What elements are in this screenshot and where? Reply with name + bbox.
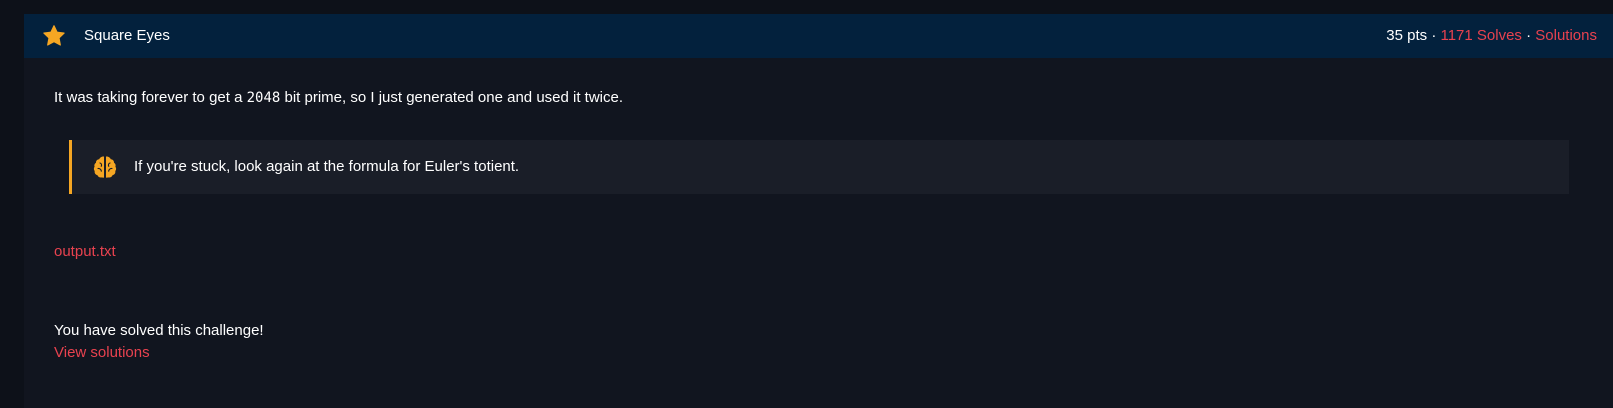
description-text: It was taking forever to get a <box>54 89 247 106</box>
challenge-meta: 35 pts · 1171 Solves · Solutions <box>1386 26 1597 46</box>
hint-text: If you're stuck, look again at the formu… <box>134 158 520 175</box>
file-download-link[interactable]: output.txt <box>54 242 116 262</box>
challenge-header[interactable]: Square Eyes 35 pts · 1171 Solves · Solut… <box>24 14 1613 58</box>
meta-separator: · <box>1431 27 1437 44</box>
hint-callout: If you're stuck, look again at the formu… <box>69 140 1569 194</box>
solutions-link[interactable]: Solutions <box>1535 27 1597 44</box>
meta-separator: · <box>1526 27 1532 44</box>
view-solutions-link[interactable]: View solutions <box>54 343 150 363</box>
challenge-title: Square Eyes <box>84 27 170 44</box>
inline-code: 2048 <box>246 90 281 106</box>
challenge-card: Square Eyes 35 pts · 1171 Solves · Solut… <box>24 14 1613 408</box>
brain-icon <box>93 156 117 178</box>
star-icon[interactable] <box>42 24 66 48</box>
description-text: bit prime, so I just generated one and u… <box>280 89 624 106</box>
solved-message: You have solved this challenge! <box>54 322 264 339</box>
challenge-description: It was taking forever to get a 2048 bit … <box>54 88 623 108</box>
solves-link[interactable]: 1171 Solves <box>1440 27 1521 44</box>
points-label: 35 pts <box>1386 27 1428 44</box>
